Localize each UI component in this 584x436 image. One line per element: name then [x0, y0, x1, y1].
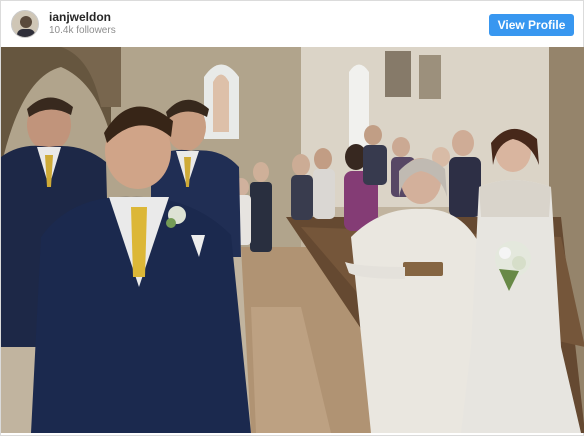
instagram-embed: ianjweldon 10.4k followers View Profile [0, 0, 584, 436]
user-block: ianjweldon 10.4k followers [49, 10, 116, 38]
view-profile-button[interactable]: View Profile [489, 14, 574, 36]
follower-count: 10.4k followers [49, 25, 116, 37]
post-photo[interactable] [1, 47, 584, 433]
embed-header: ianjweldon 10.4k followers View Profile [1, 1, 584, 47]
avatar[interactable] [11, 10, 39, 38]
username[interactable]: ianjweldon [49, 10, 116, 25]
